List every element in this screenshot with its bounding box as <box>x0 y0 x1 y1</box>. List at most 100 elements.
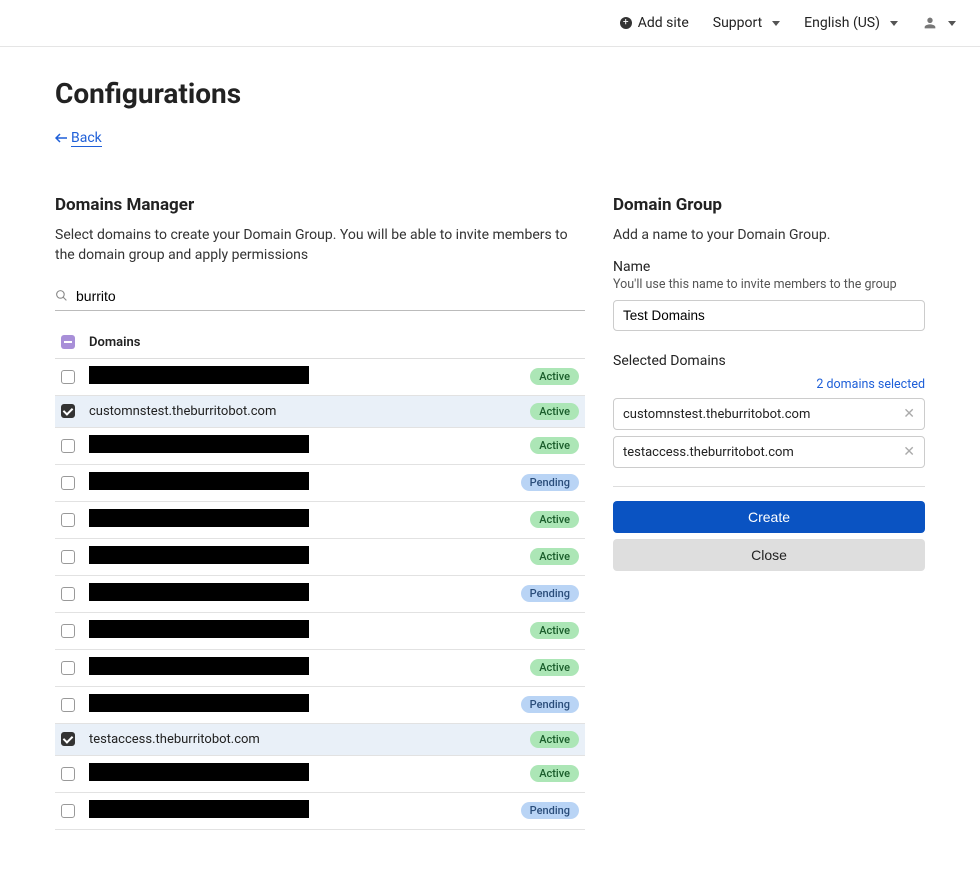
row-checkbox[interactable] <box>61 661 75 675</box>
support-label: Support <box>713 15 762 31</box>
status-badge: Active <box>530 731 579 748</box>
status-badge: Active <box>530 368 579 385</box>
selected-domain-chip: testaccess.theburritobot.com ✕ <box>613 436 925 468</box>
row-domain-name: customnstest.theburritobot.com <box>89 404 516 419</box>
select-all-checkbox[interactable] <box>61 335 75 349</box>
row-checkbox[interactable] <box>61 624 75 638</box>
row-domain-name <box>89 366 516 388</box>
name-label: Name <box>613 259 925 275</box>
row-checkbox[interactable] <box>61 698 75 712</box>
status-badge: Pending <box>521 474 579 491</box>
chip-label: testaccess.theburritobot.com <box>623 445 794 460</box>
status-badge: Active <box>530 765 579 782</box>
search-icon <box>55 289 68 302</box>
row-checkbox[interactable] <box>61 404 75 418</box>
table-row: Active <box>55 428 585 465</box>
search-field[interactable] <box>55 282 585 311</box>
status-badge: Pending <box>521 696 579 713</box>
redacted-text <box>89 800 309 818</box>
remove-chip-icon[interactable]: ✕ <box>903 444 915 460</box>
table-row: Active <box>55 756 585 793</box>
add-site-button[interactable]: + Add site <box>620 15 689 31</box>
remove-chip-icon[interactable]: ✕ <box>903 406 915 422</box>
status-badge: Active <box>530 403 579 420</box>
redacted-text <box>89 509 309 527</box>
row-checkbox[interactable] <box>61 587 75 601</box>
row-domain-name <box>89 472 507 494</box>
table-row: Pending <box>55 687 585 724</box>
table-row: Active <box>55 502 585 539</box>
add-site-label: Add site <box>638 15 689 31</box>
row-domain-name <box>89 763 516 785</box>
table-row: testaccess.theburritobot.com Active <box>55 724 585 756</box>
table-row: Active <box>55 539 585 576</box>
search-input[interactable] <box>76 288 585 304</box>
status-badge: Active <box>530 622 579 639</box>
table-row: Pending <box>55 465 585 502</box>
row-domain-name: testaccess.theburritobot.com <box>89 732 516 747</box>
chip-label: customnstest.theburritobot.com <box>623 407 810 422</box>
row-checkbox[interactable] <box>61 513 75 527</box>
row-domain-name <box>89 620 516 642</box>
domains-manager-subtitle: Select domains to create your Domain Gro… <box>55 225 585 266</box>
arrow-left-icon <box>55 133 67 143</box>
user-menu[interactable] <box>922 15 956 31</box>
row-domain-name <box>89 509 516 531</box>
row-domain-name <box>89 694 507 716</box>
domains-manager-title: Domains Manager <box>55 195 585 215</box>
row-checkbox[interactable] <box>61 804 75 818</box>
selected-domains-label: Selected Domains <box>613 353 726 369</box>
language-label: English (US) <box>804 15 880 31</box>
row-checkbox[interactable] <box>61 732 75 746</box>
status-badge: Pending <box>521 802 579 819</box>
selected-domains-list: customnstest.theburritobot.com✕testacces… <box>613 398 925 468</box>
row-checkbox[interactable] <box>61 550 75 564</box>
back-link[interactable]: Back <box>55 130 102 147</box>
row-checkbox[interactable] <box>61 476 75 490</box>
row-domain-name <box>89 435 516 457</box>
domain-rows: Active customnstest.theburritobot.com Acti… <box>55 359 585 830</box>
support-menu[interactable]: Support <box>713 15 780 31</box>
domains-manager-panel: Domains Manager Select domains to create… <box>55 195 585 830</box>
table-row: customnstest.theburritobot.com Active <box>55 396 585 428</box>
row-checkbox[interactable] <box>61 439 75 453</box>
redacted-text <box>89 620 309 638</box>
redacted-text <box>89 694 309 712</box>
redacted-text <box>89 546 309 564</box>
status-badge: Active <box>530 511 579 528</box>
group-name-input[interactable] <box>613 300 925 331</box>
table-row: Pending <box>55 793 585 830</box>
page-content: Configurations Back Domains Manager Sele… <box>0 47 980 870</box>
row-domain-name <box>89 800 507 822</box>
topbar: + Add site Support English (US) <box>0 0 980 47</box>
domain-group-panel: Domain Group Add a name to your Domain G… <box>613 195 925 830</box>
redacted-text <box>89 435 309 453</box>
row-checkbox[interactable] <box>61 767 75 781</box>
language-menu[interactable]: English (US) <box>804 15 898 31</box>
row-domain-name <box>89 546 516 568</box>
back-label: Back <box>71 130 102 147</box>
divider <box>613 486 925 487</box>
row-checkbox[interactable] <box>61 370 75 384</box>
plus-circle-icon: + <box>620 17 632 29</box>
status-badge: Active <box>530 437 579 454</box>
row-domain-name <box>89 657 516 679</box>
table-row: Active <box>55 613 585 650</box>
close-button[interactable]: Close <box>613 539 925 571</box>
table-row: Active <box>55 359 585 396</box>
column-domains: Domains <box>89 335 140 350</box>
table-row: Pending <box>55 576 585 613</box>
status-badge: Active <box>530 548 579 565</box>
redacted-text <box>89 366 309 384</box>
name-help: You'll use this name to invite members t… <box>613 277 925 292</box>
status-badge: Pending <box>521 585 579 602</box>
create-button[interactable]: Create <box>613 501 925 533</box>
redacted-text <box>89 472 309 490</box>
table-header: Domains <box>55 327 585 359</box>
page-title: Configurations <box>55 77 925 110</box>
domain-group-subtitle: Add a name to your Domain Group. <box>613 225 925 245</box>
table-row: Active <box>55 650 585 687</box>
redacted-text <box>89 583 309 601</box>
selected-domain-chip: customnstest.theburritobot.com ✕ <box>613 398 925 430</box>
selected-count: 2 domains selected <box>613 377 925 392</box>
